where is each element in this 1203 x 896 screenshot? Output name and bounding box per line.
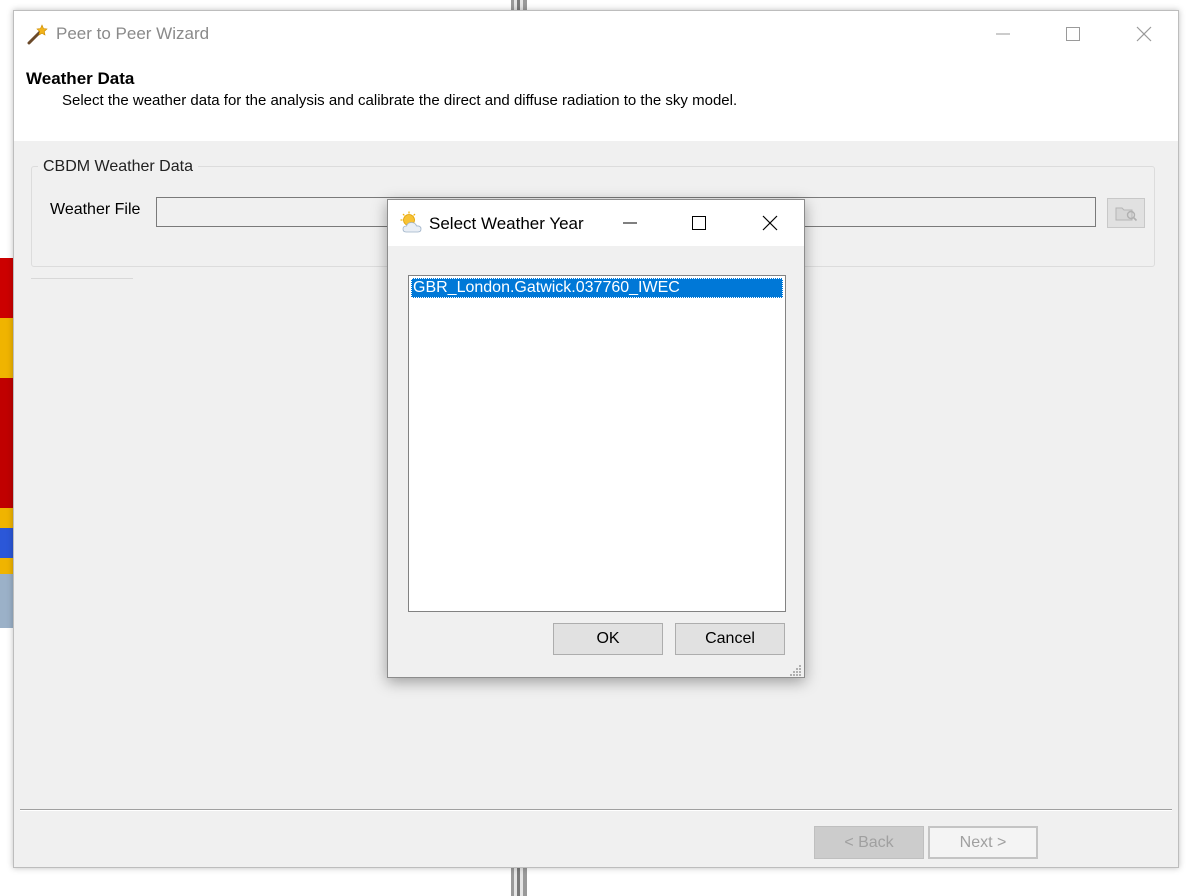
separator	[31, 278, 133, 279]
dialog-maximize-button[interactable]	[679, 208, 719, 238]
page-title: Weather Data	[26, 69, 135, 88]
back-button[interactable]: < Back	[814, 826, 924, 859]
minimize-button[interactable]	[980, 19, 1026, 49]
ok-button[interactable]: OK	[553, 623, 663, 655]
close-icon	[762, 215, 778, 231]
background-pipe-bottom	[511, 868, 527, 896]
list-item[interactable]: GBR_London.Gatwick.037760_IWEC	[411, 278, 783, 298]
minimize-icon	[996, 33, 1010, 35]
browse-button[interactable]	[1107, 198, 1145, 228]
maximize-icon	[692, 216, 706, 230]
dialog-minimize-button[interactable]	[610, 208, 650, 238]
page-subtitle: Select the weather data for the analysis…	[62, 92, 738, 109]
magic-wand-icon	[26, 23, 48, 45]
dialog-titlebar[interactable]: Select Weather Year	[388, 200, 804, 246]
footer-separator	[20, 809, 1172, 811]
background-app-fragment	[0, 258, 14, 628]
close-icon	[1136, 26, 1152, 42]
maximize-icon	[1066, 27, 1080, 41]
browse-folder-icon	[1115, 207, 1138, 222]
weather-file-label: Weather File	[50, 201, 141, 218]
close-button[interactable]	[1121, 19, 1167, 49]
maximize-button[interactable]	[1050, 19, 1096, 49]
minimize-icon	[623, 222, 637, 224]
window-title: Peer to Peer Wizard	[56, 24, 210, 43]
wizard-titlebar[interactable]: Peer to Peer Wizard	[14, 11, 1178, 57]
resize-grip-icon[interactable]	[790, 663, 802, 676]
cancel-button[interactable]: Cancel	[675, 623, 785, 655]
dialog-close-button[interactable]	[750, 208, 790, 238]
partly-cloudy-icon	[400, 211, 424, 235]
dialog-title: Select Weather Year	[429, 214, 584, 233]
groupbox-legend: CBDM Weather Data	[38, 158, 198, 176]
select-weather-year-dialog: Select Weather Year GBR_London.Gatwick.0…	[387, 199, 805, 678]
weather-year-listbox[interactable]: GBR_London.Gatwick.037760_IWEC	[408, 275, 786, 612]
wizard-header: Weather Data Select the weather data for…	[14, 57, 1178, 141]
next-button[interactable]: Next >	[928, 826, 1038, 859]
